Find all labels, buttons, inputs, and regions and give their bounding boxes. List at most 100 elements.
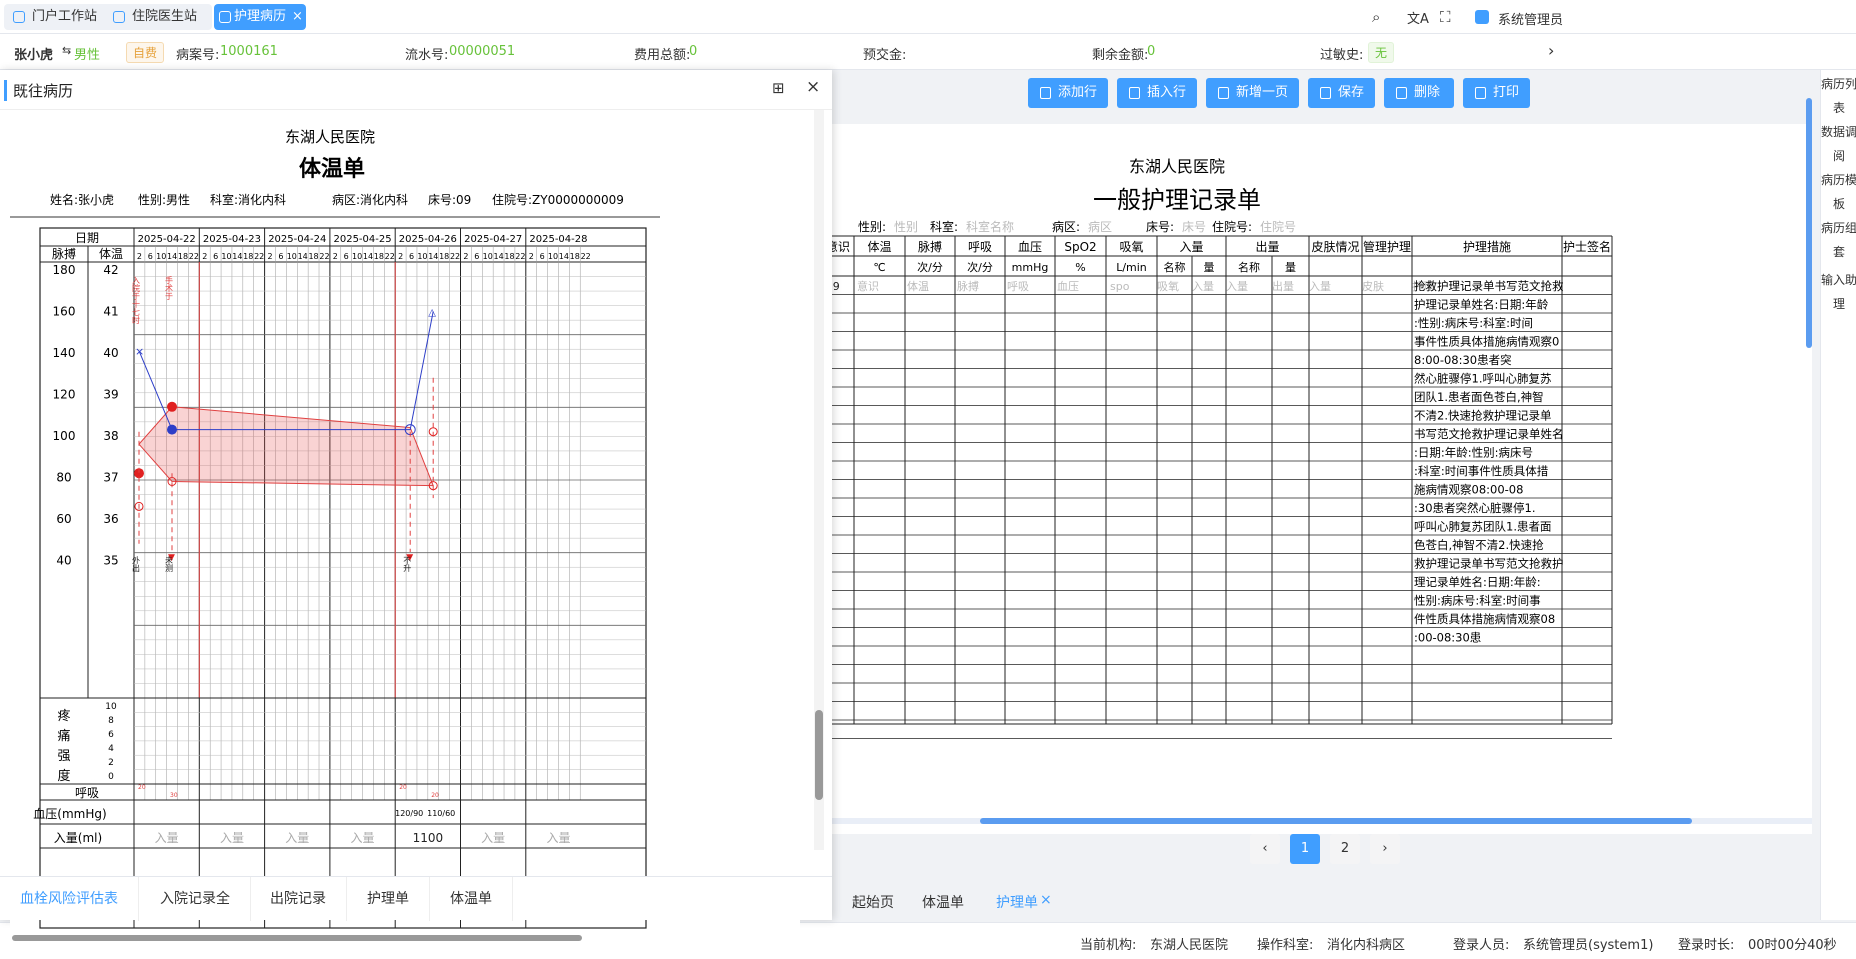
col-header: 护士签名 — [1563, 239, 1611, 254]
prev-page-button[interactable]: ‹ — [1250, 834, 1280, 864]
vertical-note: 手术于 — [165, 275, 174, 300]
doc-horizontal-scrollbar[interactable] — [832, 818, 1812, 824]
hour-cell: 22 — [319, 252, 329, 261]
time-label: 登录时长: — [1678, 938, 1735, 953]
tab-discharge[interactable]: 出院记录 — [250, 877, 347, 921]
hour-cell: 18 — [570, 252, 580, 261]
tab-inpatient-doctor[interactable]: 住院医生站 — [104, 4, 212, 30]
prepay-label: 预交金: — [863, 48, 907, 63]
temp-tick: 35 — [103, 554, 118, 568]
hour-cell: 14 — [428, 252, 438, 261]
next-page-button[interactable]: › — [1370, 834, 1400, 864]
tab-nursing[interactable]: 护理单 — [347, 877, 430, 921]
tab-start-page[interactable]: 起始页 — [852, 892, 894, 912]
tab-portal[interactable]: 门户工作站 — [4, 4, 120, 30]
panel-vertical-scrollbar[interactable] — [814, 110, 824, 850]
doc-vertical-scrollbar[interactable] — [1806, 98, 1812, 348]
sidebar-record-list[interactable]: 病历列表 — [1821, 72, 1856, 120]
print-button[interactable]: 打印 — [1463, 78, 1530, 108]
panel-horizontal-scrollbar[interactable] — [8, 934, 808, 942]
resp-cell: 30 — [170, 792, 178, 799]
hour-cell: 2 — [333, 252, 338, 261]
row-placeholder: 体温 — [907, 279, 929, 293]
pulse-tick: 120 — [53, 388, 76, 402]
resp-cell: 20 — [138, 784, 146, 791]
user-label: 登录人员: — [1453, 938, 1510, 953]
info-gender: 性别:男性 — [138, 193, 190, 207]
col-sub: % — [1075, 261, 1085, 274]
right-sidebar: 病历列表 数据调阅 病历模板 病历组套 输入助理 — [1820, 70, 1856, 920]
sidebar-template[interactable]: 病历模板 — [1821, 168, 1856, 216]
col-header: SpO2 — [1064, 240, 1096, 254]
temp-tick: 40 — [103, 346, 118, 360]
fullscreen-icon[interactable]: ⛶ — [1440, 8, 1451, 26]
col-header: 吸氧 — [1119, 240, 1143, 254]
save-button[interactable]: 保存 — [1308, 78, 1375, 108]
sidebar-set[interactable]: 病历组套 — [1821, 216, 1856, 264]
new-page-button[interactable]: 新增一页 — [1206, 78, 1299, 108]
history-record-panel: 既往病历 ⊞ × 东湖人民医院 体温单 姓名:张小虎 性别:男性 科室:消化内科 病区:消… — [0, 70, 832, 941]
tab-temperature-sheet[interactable]: 体温单 — [430, 877, 513, 921]
page-1[interactable]: 1 — [1290, 834, 1320, 864]
search-icon[interactable]: ⌕ — [1372, 8, 1380, 26]
col-sub: L/min — [1116, 261, 1147, 274]
translate-icon[interactable]: 文A — [1407, 8, 1429, 27]
trash-icon — [1396, 87, 1407, 99]
hour-cell: 2 — [267, 252, 272, 261]
date-cell: 2025-04-27 — [464, 234, 522, 245]
hour-cell: 6 — [409, 252, 414, 261]
org-label: 当前机构: — [1080, 938, 1137, 953]
hour-cell: 14 — [559, 252, 569, 261]
page-2[interactable]: 2 — [1330, 834, 1360, 864]
swap-icon[interactable]: ⇆ — [62, 44, 71, 57]
hour-cell: 6 — [540, 252, 545, 261]
nursing-record-table: 东湖人民医院一般护理记录单姓名:性别:科室:病区:床号:住院号:姓名性别科室名称… — [770, 157, 1613, 739]
col-header: 出量 — [1255, 240, 1279, 254]
add-row-button[interactable]: 添加行 — [1028, 78, 1108, 108]
temp-tick: 37 — [103, 471, 118, 485]
row-placeholder: spo — [1110, 280, 1130, 293]
date-cell: 2025-04-24 — [268, 234, 326, 245]
time-value: 00时00分40秒 — [1748, 938, 1837, 953]
serial-no: 00000051 — [449, 44, 516, 59]
col-header: 皮肤情况 — [1311, 239, 1359, 254]
home-icon — [13, 11, 25, 23]
hour-cell: 14 — [363, 252, 373, 261]
insert-row-button[interactable]: 插入行 — [1117, 78, 1197, 108]
close-icon[interactable]: × — [292, 9, 303, 24]
close-icon[interactable]: × — [1040, 892, 1052, 908]
info-dept: 科室:消化内科 — [210, 192, 286, 207]
chevron-right-icon[interactable]: › — [1548, 41, 1554, 60]
date-cell: 2025-04-25 — [333, 234, 391, 245]
hour-cell: 18 — [243, 252, 253, 261]
sidebar-input-assist[interactable]: 输入助理 — [1821, 268, 1856, 316]
hour-cell: 22 — [581, 252, 591, 261]
patient-gender: 男性 — [74, 48, 101, 63]
sidebar-data-review[interactable]: 数据调阅 — [1821, 120, 1856, 168]
row-placeholder: 入量 — [1192, 280, 1214, 293]
measure-line: 团队1.患者面色苍白,神智 — [1414, 390, 1544, 404]
print-icon — [1475, 87, 1486, 99]
tab-nursing-sheet[interactable]: 护理单 — [996, 892, 1038, 912]
delete-button[interactable]: 删除 — [1384, 78, 1454, 108]
info-placeholder: 性别 — [894, 220, 918, 234]
measure-line: 不清2.快速抢救护理记录单 — [1414, 409, 1551, 423]
col-sub: 量 — [1285, 261, 1296, 274]
measure-line: 色苍白,神智不清2.快速抢 — [1414, 538, 1544, 552]
temp-label: 体温 — [99, 247, 123, 261]
user-name[interactable]: 系统管理员 — [1498, 9, 1563, 28]
col-header: 呼吸 — [968, 240, 992, 254]
tab-admission[interactable]: 入院记录全 — [140, 877, 251, 921]
tab-thrombosis[interactable]: 血栓风险评估表 — [0, 877, 139, 921]
hour-cell: 22 — [385, 252, 395, 261]
measure-line: :00-08:30患 — [1414, 631, 1481, 645]
tab-nursing-record[interactable]: 护理病历 × — [214, 4, 306, 30]
temp-point — [167, 401, 177, 412]
row-placeholder: 吸氧 — [1157, 279, 1179, 293]
tab-temperature[interactable]: 体温单 — [922, 892, 964, 912]
hour-cell: 10 — [548, 252, 558, 261]
close-icon[interactable]: × — [806, 77, 820, 97]
maximize-icon[interactable]: ⊞ — [772, 79, 785, 97]
hour-cell: 10 — [352, 252, 362, 261]
user-value: 系统管理员(system1) — [1523, 938, 1654, 953]
